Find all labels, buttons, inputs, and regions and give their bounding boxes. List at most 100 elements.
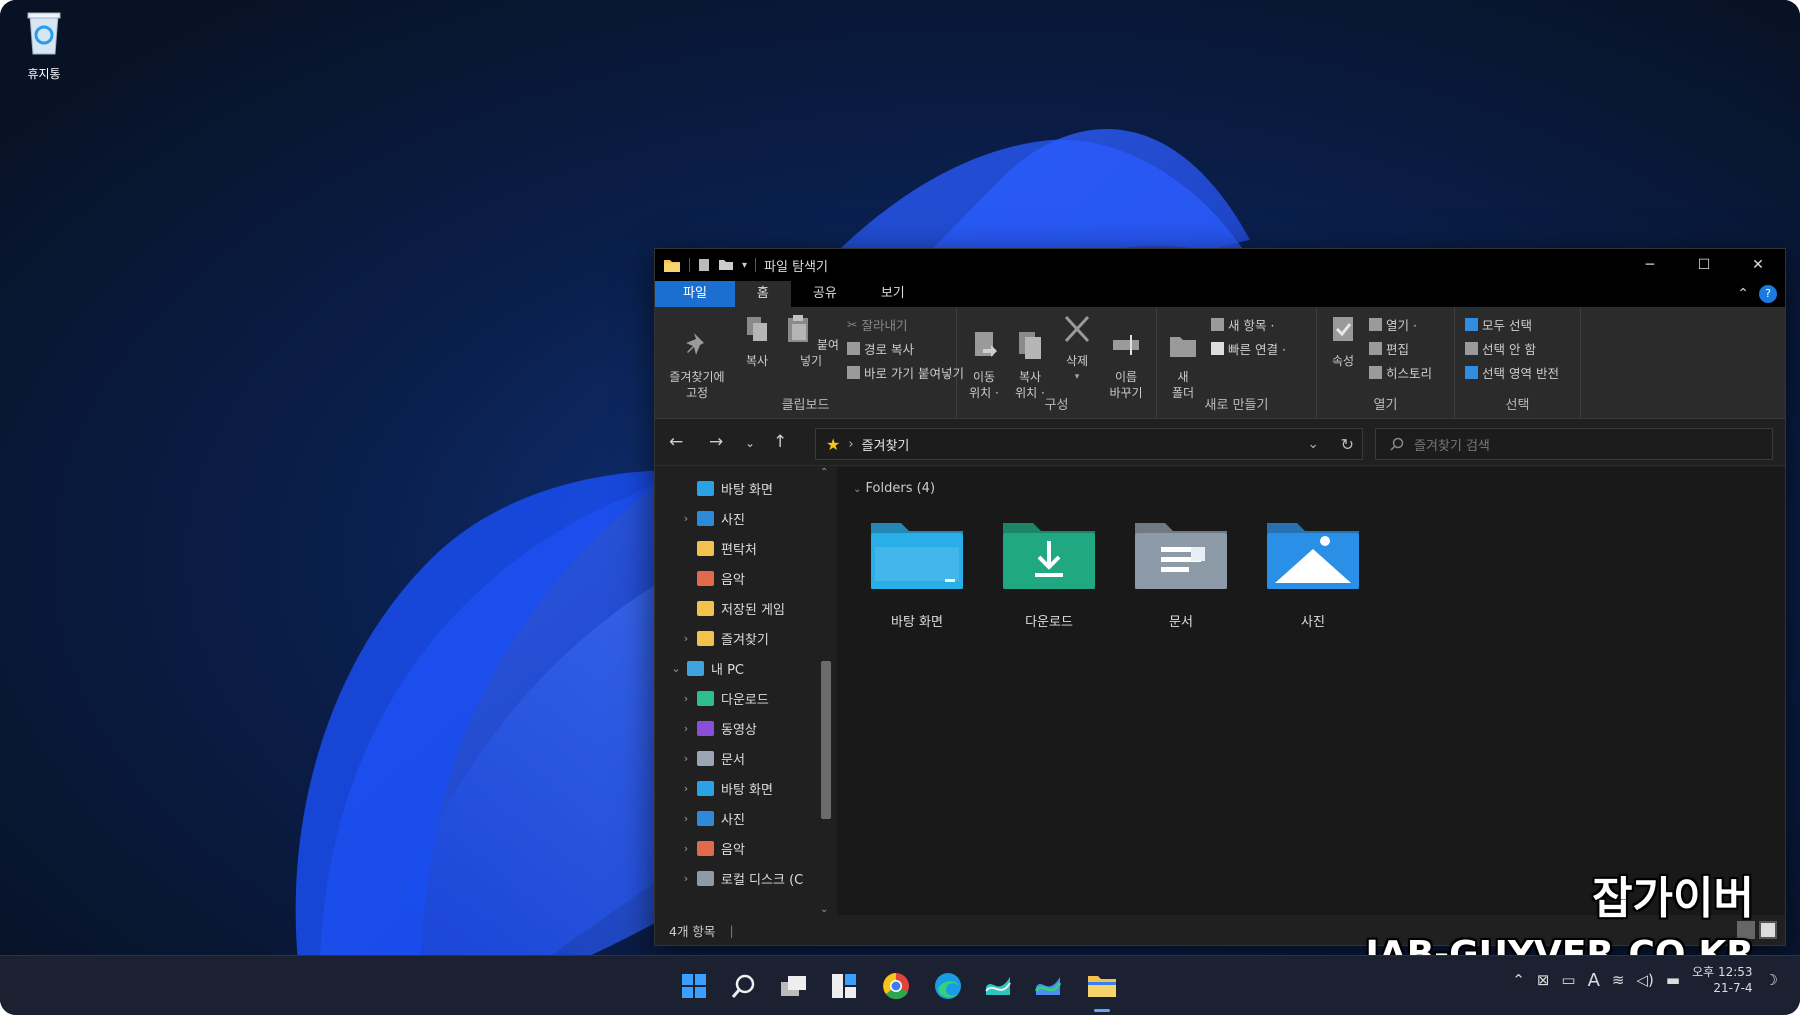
widgets-button[interactable] [824,966,864,1006]
nav-item[interactable]: › 문서 [679,745,745,771]
tab-view[interactable]: 보기 [859,281,927,307]
search-box[interactable]: 즐겨찾기 검색 [1375,428,1773,460]
nav-item[interactable]: › 사진 [679,505,745,531]
properties-quick-icon[interactable] [698,258,710,272]
navigation-scrollbar[interactable]: ⌃ ⌄ [817,467,833,915]
cut-button[interactable]: ✂ 잘라내기 [847,315,908,334]
minimize-button[interactable]: ─ [1623,249,1677,281]
breadcrumb-quick-access[interactable]: 즐겨찾기 [862,435,910,454]
nav-item[interactable]: › 바탕 화면 [679,775,773,801]
new-item-button[interactable]: 새 항목 · [1211,315,1274,334]
nav-item[interactable]: › 사진 [679,805,745,831]
nav-item[interactable]: 바탕 화면 [679,475,773,501]
paste-shortcut-button[interactable]: 바로 가기 붙여넣기 [847,363,964,382]
chrome-button[interactable] [876,966,916,1006]
nav-item-label: 음악 [721,572,745,588]
back-arrow-icon[interactable]: ← [669,432,683,452]
taskbar-search-button[interactable] [724,966,764,1006]
tab-home[interactable]: 홈 [734,281,791,307]
folder-tile[interactable]: 사진 [1257,517,1369,630]
expand-chevron-icon[interactable]: › [679,692,693,705]
recycle-bin[interactable]: 휴지통 [14,8,74,82]
tab-share[interactable]: 공유 [791,281,859,307]
delete-button[interactable]: 삭제 ▾ [1057,313,1097,385]
delete-label: 삭제 [1065,354,1089,368]
expand-chevron-icon[interactable]: › [679,722,693,735]
maximize-button[interactable]: ☐ [1677,249,1731,281]
tab-file[interactable]: 파일 [655,281,735,307]
power-icon[interactable]: ▬ [1666,971,1680,989]
recent-locations-icon[interactable]: ⌄ [745,436,755,450]
up-arrow-icon[interactable]: ↑ [773,432,787,452]
show-hidden-icons-icon[interactable]: ⌃ [1512,971,1525,989]
forward-arrow-icon[interactable]: → [709,432,723,452]
app-button-2[interactable] [1028,966,1068,1006]
invert-selection-button[interactable]: 선택 영역 반전 [1465,363,1559,382]
scroll-up-icon[interactable]: ⌃ [820,467,828,478]
nav-item[interactable]: 음악 [679,565,745,591]
nav-item[interactable]: › 다운로드 [679,685,769,711]
nav-item[interactable]: › 로컬 디스크 (C [679,865,803,891]
copy-button[interactable]: 복사 [735,313,779,369]
edit-label: 편집 [1386,342,1410,357]
expand-chevron-icon[interactable]: › [679,842,693,855]
nav-item[interactable]: › 즐겨찾기 [679,625,769,651]
copy-path-button[interactable]: 경로 복사 [847,339,914,358]
large-icons-view-icon[interactable] [1759,921,1777,939]
nav-item[interactable]: 편탁처 [679,535,757,561]
properties-button[interactable]: 속성 [1323,313,1363,369]
scroll-down-icon[interactable]: ⌄ [820,904,828,915]
address-bar[interactable]: ★ › 즐겨찾기 ⌄ ↻ [815,428,1363,460]
expand-chevron-icon[interactable]: › [679,632,693,645]
copy-to-button[interactable]: 복사 위치 · [1007,313,1053,401]
expand-chevron-icon[interactable]: › [679,812,693,825]
rename-button[interactable]: 이름 바꾸기 [1101,313,1151,401]
scrollbar-thumb[interactable] [821,661,831,819]
history-button[interactable]: 히스토리 [1369,363,1432,382]
folder-tile[interactable]: 다운로드 [993,517,1105,630]
nav-item[interactable]: 저장된 게임 [679,595,785,621]
app-button-1[interactable] [978,966,1018,1006]
expand-chevron-icon[interactable]: ⌄ [669,662,683,675]
title-bar[interactable]: ▾ 파일 탐색기 ─ ☐ ✕ [655,249,1785,281]
quick-access-dropdown-icon[interactable]: ▾ [742,260,747,271]
file-explorer-taskbar-button[interactable] [1082,966,1122,1012]
folder-tile[interactable]: 문서 [1125,517,1237,630]
start-button[interactable] [674,966,714,1006]
paste-button[interactable]: 붙여넣기 [781,313,841,369]
select-all-button[interactable]: 모두 선택 [1465,315,1532,334]
nav-item[interactable]: ⌄ 내 PC [669,655,744,681]
nav-item[interactable]: › 동영상 [679,715,757,741]
task-view-button[interactable] [774,966,814,1006]
clipboard-group-label: 클립보드 [781,398,830,413]
edge-button[interactable] [928,966,968,1006]
folders-group-header[interactable]: ⌄ Folders (4) [853,481,935,496]
collapse-ribbon-icon[interactable]: ⌃ [1737,286,1749,302]
network-icon[interactable]: ⊠ [1537,971,1550,989]
notification-icon[interactable]: ☽ [1765,971,1778,989]
pin-to-quick-access-button[interactable]: 즐겨찾기에 고정 [661,313,733,401]
wifi-icon[interactable]: ≋ [1612,971,1625,989]
new-folder-button[interactable]: 새 폴더 [1163,313,1203,401]
open-button[interactable]: 열기 · [1369,315,1417,334]
expand-chevron-icon[interactable]: › [679,782,693,795]
refresh-icon[interactable]: ↻ [1341,435,1354,454]
expand-chevron-icon[interactable]: › [679,752,693,765]
move-to-button[interactable]: 이동 위치 · [963,313,1005,401]
volume-icon[interactable]: ◁) [1636,971,1653,989]
address-dropdown-icon[interactable]: ⌄ [1308,437,1319,452]
battery-icon[interactable]: ▭ [1561,971,1575,989]
folder-tile[interactable]: 바탕 화면 [861,517,973,630]
ime-indicator[interactable]: A [1588,970,1600,991]
nav-item[interactable]: › 음악 [679,835,745,861]
easy-access-button[interactable]: 빠른 연결 · [1211,339,1286,358]
close-button[interactable]: ✕ [1731,249,1785,281]
clock[interactable]: 오후 12:53 21-7-4 [1692,964,1752,996]
edit-button[interactable]: 편집 [1369,339,1409,358]
ribbon-tabs: 파일 홈 공유 보기 ⌃ ? [655,281,1785,307]
help-icon[interactable]: ? [1759,285,1777,303]
expand-chevron-icon[interactable]: › [679,512,693,525]
select-none-button[interactable]: 선택 안 함 [1465,339,1536,358]
expand-chevron-icon[interactable]: › [679,872,693,885]
new-folder-quick-icon[interactable] [718,259,734,271]
